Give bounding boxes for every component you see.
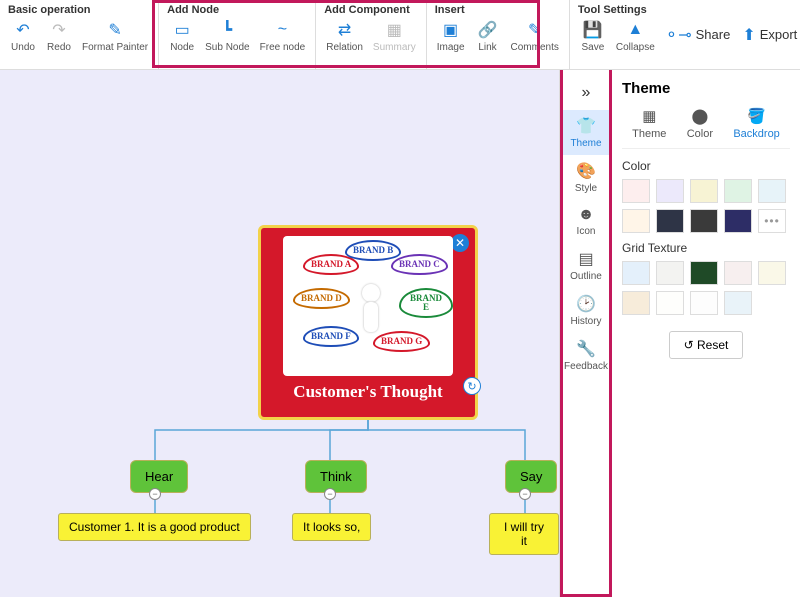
subtab-color[interactable]: ⬤Color — [687, 107, 713, 140]
node-think[interactable]: Think — [305, 460, 367, 493]
side-tab-strip: » 👕Theme 🎨Style ☻Icon ▤Outline 🕑History … — [560, 70, 612, 597]
collapse-toggle[interactable]: − — [324, 488, 336, 500]
paintbrush-icon: ✎ — [105, 20, 125, 40]
format-painter-button[interactable]: ✎Format Painter — [78, 18, 152, 55]
color-swatch[interactable] — [724, 179, 752, 203]
panel-title: Theme — [622, 80, 790, 97]
texture-swatch[interactable] — [656, 261, 684, 285]
root-title: Customer's Thought — [293, 382, 442, 402]
node-think-child[interactable]: It looks so, — [292, 513, 371, 541]
color-swatch[interactable] — [656, 209, 684, 233]
brand-bubble: BRAND C — [391, 254, 448, 275]
side-tab-outline[interactable]: ▤Outline — [563, 243, 609, 288]
drop-icon: ⬤ — [691, 107, 708, 125]
texture-swatch[interactable] — [724, 291, 752, 315]
color-swatch[interactable] — [690, 179, 718, 203]
brand-bubble: BRAND F — [303, 326, 359, 347]
redo-button[interactable]: ↷Redo — [42, 18, 76, 55]
color-swatch[interactable] — [724, 209, 752, 233]
side-panel: » 👕Theme 🎨Style ☻Icon ▤Outline 🕑History … — [559, 70, 800, 597]
brand-bubble: BRAND D — [293, 288, 350, 309]
export-icon: ⬆ — [742, 25, 755, 45]
section-color-label: Color — [622, 159, 790, 173]
texture-swatches — [622, 261, 790, 315]
side-tab-icon[interactable]: ☻Icon — [563, 200, 609, 243]
share-button[interactable]: ⚬⊸Share — [665, 25, 731, 45]
node-settings-icon[interactable]: ↻ — [463, 377, 481, 395]
color-swatches: ••• — [622, 179, 790, 233]
share-icon: ⚬⊸ — [665, 25, 692, 45]
texture-swatch[interactable] — [758, 261, 786, 285]
texture-swatch[interactable] — [622, 261, 650, 285]
group-tool-settings: Tool Settings 💾Save ▲Collapse — [570, 0, 665, 69]
node-say[interactable]: Say — [505, 460, 557, 493]
grid-icon: ▦ — [642, 107, 656, 125]
palette-icon: 🎨 — [576, 161, 596, 181]
thinking-figure-icon — [353, 284, 389, 354]
export-button[interactable]: ⬆Export — [742, 25, 797, 45]
collapse-toggle[interactable]: − — [149, 488, 161, 500]
brand-bubble: BRAND B — [345, 240, 401, 261]
undo-button[interactable]: ↶Undo — [6, 18, 40, 55]
undo-icon: ↶ — [13, 20, 33, 40]
save-button[interactable]: 💾Save — [576, 18, 610, 55]
texture-swatch[interactable] — [656, 291, 684, 315]
color-swatch[interactable] — [690, 209, 718, 233]
brand-bubble: BRAND E — [399, 288, 453, 318]
texture-swatch[interactable] — [724, 261, 752, 285]
save-icon: 💾 — [583, 20, 603, 40]
texture-swatch[interactable] — [690, 291, 718, 315]
color-swatch[interactable] — [656, 179, 684, 203]
redo-icon: ↷ — [49, 20, 69, 40]
group-title: Basic operation — [6, 4, 152, 16]
group-title: Tool Settings — [576, 4, 659, 16]
collapse-toggle[interactable]: − — [519, 488, 531, 500]
color-swatch[interactable] — [622, 179, 650, 203]
collapse-panel-button[interactable]: » — [563, 76, 609, 110]
outline-icon: ▤ — [578, 249, 593, 269]
root-image: BRAND A BRAND B BRAND C BRAND D BRAND E … — [283, 236, 453, 376]
subtab-backdrop[interactable]: 🪣Backdrop — [733, 107, 779, 140]
color-swatch[interactable] — [758, 179, 786, 203]
collapse-icon: ▲ — [625, 20, 645, 40]
close-image-icon[interactable]: ✕ — [451, 234, 469, 252]
color-swatch[interactable] — [622, 209, 650, 233]
wrench-icon: 🔧 — [576, 339, 596, 359]
node-hear-child[interactable]: Customer 1. It is a good product — [58, 513, 251, 541]
side-tab-feedback[interactable]: 🔧Feedback — [563, 333, 609, 378]
color-more[interactable]: ••• — [758, 209, 786, 233]
highlight-toolbar-groups — [152, 0, 540, 68]
node-hear[interactable]: Hear — [130, 460, 188, 493]
shirt-icon: 👕 — [576, 116, 596, 136]
node-say-child[interactable]: I will try it — [489, 513, 559, 555]
texture-swatch[interactable] — [622, 291, 650, 315]
side-tab-style[interactable]: 🎨Style — [563, 155, 609, 200]
side-tab-theme[interactable]: 👕Theme — [563, 110, 609, 155]
section-texture-label: Grid Texture — [622, 241, 790, 255]
reset-button[interactable]: ↺ Reset — [669, 331, 744, 359]
clock-icon: 🕑 — [576, 294, 596, 314]
toolbar-right-actions: ⚬⊸Share ⬆Export — [665, 0, 800, 69]
smile-icon: ☻ — [578, 206, 595, 224]
bucket-icon: 🪣 — [747, 107, 766, 125]
panel-body: Theme ▦Theme ⬤Color 🪣Backdrop Color ••• … — [612, 70, 800, 597]
root-node[interactable]: ✕ BRAND A BRAND B BRAND C BRAND D BRAND … — [258, 225, 478, 420]
group-basic-operation: Basic operation ↶Undo ↷Redo ✎Format Pain… — [0, 0, 159, 69]
texture-swatch[interactable] — [690, 261, 718, 285]
subtab-theme[interactable]: ▦Theme — [632, 107, 666, 140]
collapse-button[interactable]: ▲Collapse — [612, 18, 659, 55]
side-tab-history[interactable]: 🕑History — [563, 288, 609, 333]
canvas[interactable]: ✕ BRAND A BRAND B BRAND C BRAND D BRAND … — [0, 70, 559, 597]
